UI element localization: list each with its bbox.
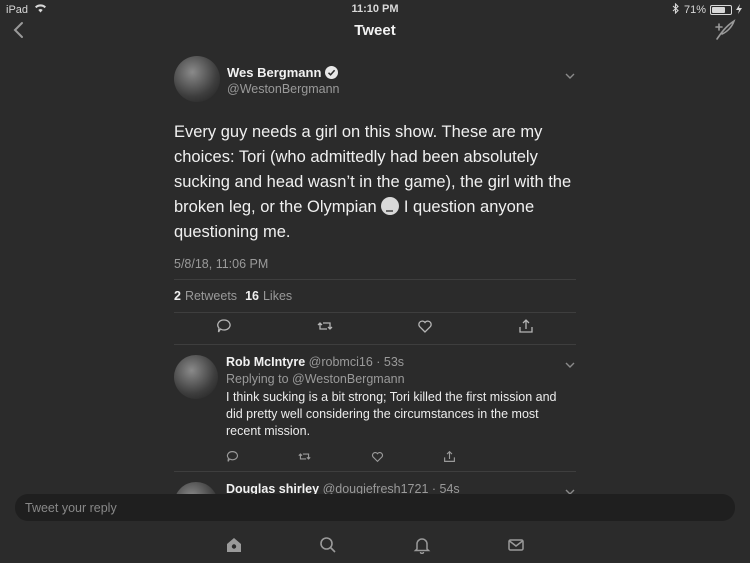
chevron-down-icon[interactable] [564,484,576,495]
home-icon[interactable] [225,536,243,554]
share-icon[interactable] [518,318,534,339]
tweet-author[interactable]: Wes Bergmann @WestonBergmann [227,65,340,96]
bluetooth-icon [672,2,680,17]
tweet-timestamp: 5/8/18, 11:06 PM [174,257,269,271]
retweet-icon[interactable] [317,318,333,339]
retweets-stat[interactable]: 2 Retweets [174,289,237,303]
reply-text: I think sucking is a bit strong; Tori ki… [226,390,557,438]
tweet-stats: 2 Retweets 16 Likes [174,280,576,312]
tab-bar [0,528,750,563]
like-icon[interactable] [371,450,384,468]
tweet-header: Wes Bergmann @WestonBergmann [174,52,576,106]
reply-icon[interactable] [216,318,232,339]
nav-bar: Tweet [0,18,750,44]
tweet-text: Every guy needs a girl on this show. The… [174,120,576,245]
battery-percent: 71% [683,4,706,16]
likes-stat[interactable]: 16 Likes [245,289,292,303]
retweets-label: Retweets [184,289,238,303]
tweet-detail: Wes Bergmann @WestonBergmann Every guy n… [174,52,576,498]
charging-icon [736,3,742,17]
reply-icon[interactable] [226,450,239,468]
search-icon[interactable] [319,536,337,554]
reply-actions [226,450,456,468]
replying-to-handle[interactable]: @WestonBergmann [292,372,405,386]
messages-envelope-icon[interactable] [507,536,525,554]
avatar[interactable] [174,355,218,399]
replying-to: Replying to @WestonBergmann [226,372,576,386]
status-time: 11:10 PM [351,3,399,15]
tweet-actions [174,313,576,344]
replying-to-label: Replying to [226,372,289,386]
page-title: Tweet [354,22,396,39]
reply-tweet[interactable]: Rob McIntyre @robmci16 · 53s Replying to… [174,345,576,471]
reply-meta: @robmci16 · 53s [308,355,405,369]
reply-author-name[interactable]: Rob McIntyre [226,355,305,369]
retweet-icon[interactable] [298,450,311,468]
likes-count: 16 [245,289,259,303]
thinking-face-emoji-icon [381,197,400,215]
share-icon[interactable] [443,450,456,468]
battery-icon [710,5,732,15]
like-icon[interactable] [417,318,433,339]
reply-author[interactable]: Rob McIntyre @robmci16 · 53s [226,355,576,369]
author-name[interactable]: Wes Bergmann [227,65,321,80]
verified-badge-icon [325,66,339,79]
compose-tweet-icon[interactable] [714,19,736,41]
status-bar: iPad 11:10 PM 71% [0,0,750,18]
retweets-count: 2 [174,289,181,303]
author-handle[interactable]: @WestonBergmann [227,82,340,96]
chevron-down-icon[interactable] [564,68,576,79]
reply-input[interactable]: Tweet your reply [15,494,735,521]
notifications-bell-icon[interactable] [413,536,431,555]
chevron-down-icon[interactable] [564,357,576,368]
likes-label: Likes [262,289,293,303]
avatar[interactable] [174,56,220,102]
